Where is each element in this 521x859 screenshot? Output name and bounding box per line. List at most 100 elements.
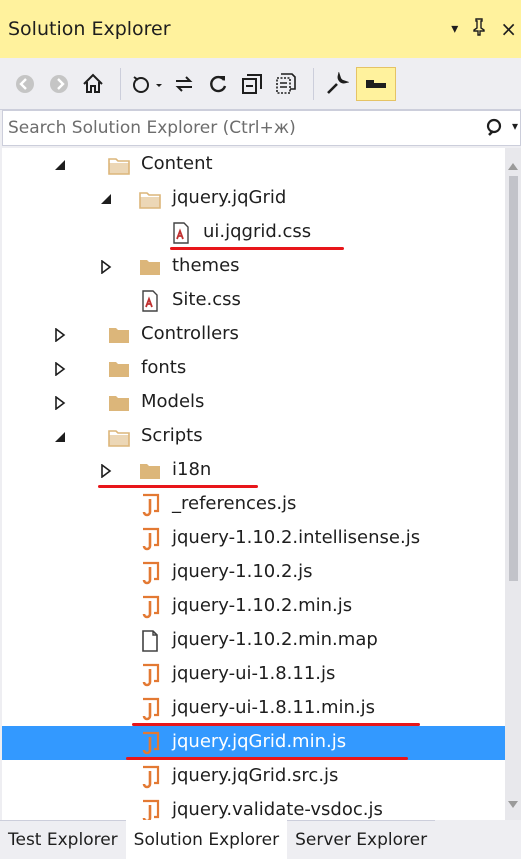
scroll-down-arrow-icon[interactable]: [508, 793, 518, 814]
tree-item-label: i18n: [172, 459, 212, 480]
auto-hide-pin-icon[interactable]: [472, 17, 486, 41]
tree-item-label: Site.css: [172, 289, 241, 310]
toolbar-separator: [313, 67, 314, 100]
collapsed-arrow-icon[interactable]: [52, 327, 68, 343]
js-file-icon: [138, 663, 162, 687]
tree-item[interactable]: jquery-1.10.2.intellisense.js: [2, 522, 505, 556]
js-file-icon: [138, 595, 162, 619]
folder-open-icon: [107, 153, 131, 177]
js-file-icon: [138, 765, 162, 789]
tree-item-label: Scripts: [141, 425, 203, 446]
tree-item-label: themes: [172, 255, 240, 276]
scroll-up-arrow-icon[interactable]: [508, 154, 518, 175]
js-file-icon: [138, 493, 162, 517]
folder-open-icon: [138, 187, 162, 211]
tab-test-explorer[interactable]: Test Explorer: [0, 820, 126, 859]
tree-item[interactable]: jquery-1.10.2.min.map: [2, 624, 505, 658]
bottom-tab-strip: Test Explorer Solution Explorer Server Exp…: [0, 820, 521, 859]
sync-with-document-button[interactable]: [169, 67, 199, 101]
js-file-icon: [138, 731, 162, 755]
tree-item[interactable]: jquery.validate-vsdoc.js: [2, 794, 505, 820]
css-file-icon: [138, 289, 162, 313]
tree-item-label: Content: [141, 153, 213, 174]
tree-item[interactable]: Models: [2, 386, 505, 420]
close-icon[interactable]: ×: [500, 17, 517, 41]
tree-item[interactable]: jquery.jqGrid.min.js: [2, 726, 505, 760]
tree-item[interactable]: Content: [2, 148, 505, 182]
tree-item-label: jquery.jqGrid.src.js: [172, 765, 339, 786]
tree-item[interactable]: jquery.jqGrid: [2, 182, 505, 216]
tree-item-label: jquery-ui-1.8.11.min.js: [172, 697, 376, 718]
folder-icon: [138, 255, 162, 279]
search-box: ▾: [2, 110, 521, 146]
toolbar-separator: [120, 67, 121, 100]
tree-item[interactable]: themes: [2, 250, 505, 284]
tree-item-label: jquery-1.10.2.min.map: [172, 629, 378, 650]
folder-open-icon: [107, 425, 131, 449]
tree-item[interactable]: Controllers: [2, 318, 505, 352]
expanded-arrow-icon[interactable]: [98, 191, 114, 207]
window-title: Solution Explorer: [8, 18, 171, 40]
js-file-icon: [138, 527, 162, 551]
preview-selected-items-button[interactable]: [356, 66, 396, 101]
tree-item[interactable]: i18n: [2, 454, 505, 488]
tree-item-label: jquery.validate-vsdoc.js: [172, 799, 383, 820]
solution-tree: Content jquery.jqGrid ui.jqgrid.css themes S…: [2, 148, 505, 820]
pending-changes-filter-button[interactable]: [129, 67, 165, 101]
search-options-chevron-down-icon[interactable]: ▾: [512, 119, 518, 133]
show-all-files-button[interactable]: [271, 67, 301, 101]
annotation-underline: [170, 247, 344, 250]
css-file-icon: [169, 221, 193, 245]
file-icon: [138, 629, 162, 653]
collapsed-arrow-icon[interactable]: [52, 361, 68, 377]
tree-item[interactable]: jquery-1.10.2.js: [2, 556, 505, 590]
folder-icon: [107, 323, 131, 347]
tree-item[interactable]: jquery-1.10.2.min.js: [2, 590, 505, 624]
tree-item-label: Models: [141, 391, 205, 412]
expanded-arrow-icon[interactable]: [52, 429, 68, 445]
tree-item-label: jquery.jqGrid.min.js: [172, 731, 347, 752]
tree-item-label: jquery-1.10.2.js: [172, 561, 313, 582]
tree-item-label: jquery-1.10.2.min.js: [172, 595, 353, 616]
home-button[interactable]: [78, 67, 108, 101]
folder-icon: [107, 357, 131, 381]
tree-item-label: _references.js: [172, 493, 297, 514]
tree-item[interactable]: ui.jqgrid.css: [2, 216, 505, 250]
tree-item[interactable]: Site.css: [2, 284, 505, 318]
tree-item-label: ui.jqgrid.css: [203, 221, 312, 242]
annotation-underline: [126, 757, 408, 760]
properties-wrench-button[interactable]: [322, 67, 352, 101]
search-icon[interactable]: [486, 118, 506, 143]
tab-server-explorer[interactable]: Server Explorer: [287, 820, 436, 859]
collapse-all-button[interactable]: [237, 67, 267, 101]
tab-solution-explorer[interactable]: Solution Explorer: [125, 820, 288, 859]
refresh-button[interactable]: [203, 67, 233, 101]
js-file-icon: [138, 561, 162, 585]
folder-icon: [107, 391, 131, 415]
tree-item[interactable]: jquery-ui-1.8.11.js: [2, 658, 505, 692]
search-input[interactable]: [8, 118, 478, 138]
collapsed-arrow-icon[interactable]: [52, 395, 68, 411]
vertical-scrollbar[interactable]: [505, 148, 521, 820]
collapsed-arrow-icon[interactable]: [98, 259, 114, 275]
expanded-arrow-icon[interactable]: [52, 157, 68, 173]
toolbar: [0, 58, 521, 110]
scrollbar-thumb[interactable]: [509, 176, 518, 581]
tree-item[interactable]: jquery.jqGrid.src.js: [2, 760, 505, 794]
tree-item[interactable]: fonts: [2, 352, 505, 386]
forward-button[interactable]: [44, 67, 74, 101]
tree-item[interactable]: Scripts: [2, 420, 505, 454]
tree-item-label: jquery-1.10.2.intellisense.js: [172, 527, 421, 548]
tree-item[interactable]: jquery-ui-1.8.11.min.js: [2, 692, 505, 726]
js-file-icon: [138, 799, 162, 820]
window-menu-dropdown[interactable]: ▾: [451, 21, 458, 37]
tree-item-label: Controllers: [141, 323, 239, 344]
annotation-underline: [98, 485, 258, 488]
folder-icon: [138, 459, 162, 483]
tree-item-label: jquery-ui-1.8.11.js: [172, 663, 336, 684]
collapsed-arrow-icon[interactable]: [98, 463, 114, 479]
tree-item[interactable]: _references.js: [2, 488, 505, 522]
tree-item-label: fonts: [141, 357, 187, 378]
back-button[interactable]: [10, 67, 40, 101]
annotation-underline: [132, 723, 420, 726]
